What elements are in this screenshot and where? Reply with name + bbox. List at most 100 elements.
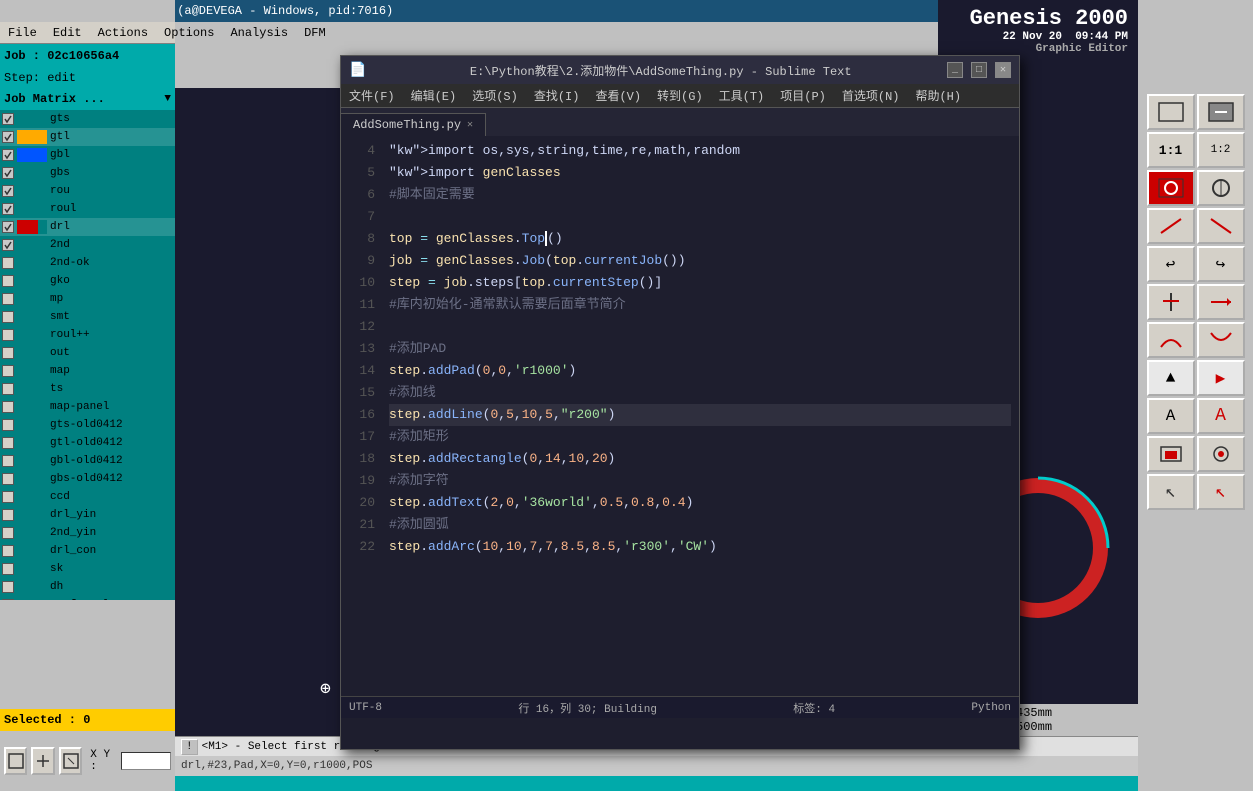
layer-checkbox-ccd[interactable] [2, 491, 14, 503]
layer-checkbox-gts-old0412[interactable] [2, 419, 14, 431]
layer-item-rou[interactable]: rou [0, 182, 175, 200]
rt-btn-17[interactable]: A [1197, 398, 1245, 434]
layer-checkbox-gtl[interactable] [2, 131, 14, 143]
layer-item-gtl-old0412[interactable]: gtl-old0412 [0, 434, 175, 452]
rt-btn-8[interactable]: ↩ [1147, 246, 1195, 282]
tab-close-icon[interactable]: ✕ [467, 119, 473, 131]
layer-item-gko[interactable]: gko [0, 272, 175, 290]
layer-item-map[interactable]: map [0, 362, 175, 380]
layer-list[interactable]: gtsgtlgblgbsrourouldrl2nd2nd-okgkompsmtr… [0, 110, 175, 600]
menu-dfm[interactable]: DFM [296, 24, 334, 42]
menu-actions[interactable]: Actions [90, 24, 156, 42]
layer-checkbox-2nd-ok[interactable] [2, 257, 14, 269]
tool-button-1[interactable] [4, 747, 27, 775]
layer-checkbox-rou[interactable] [2, 185, 14, 197]
layer-checkbox-drl_con[interactable] [2, 545, 14, 557]
rt-btn-red-1[interactable] [1147, 170, 1195, 206]
layer-item-gbs-old0412[interactable]: gbs-old0412 [0, 470, 175, 488]
layer-item-gbl[interactable]: gbl [0, 146, 175, 164]
layer-item-ccd[interactable]: ccd [0, 488, 175, 506]
layer-item-gbs[interactable]: gbs [0, 164, 175, 182]
layer-checkbox-roul[interactable] [2, 203, 14, 215]
sm-find[interactable]: 查找(I) [526, 85, 588, 106]
layer-item-out[interactable]: out [0, 344, 175, 362]
layer-checkbox-map-panel[interactable] [2, 401, 14, 413]
rt-btn-12[interactable] [1147, 322, 1195, 358]
layer-checkbox-gbs-old0412[interactable] [2, 473, 14, 485]
code-content[interactable]: "kw">import os,sys,string,time,re,math,r… [381, 136, 1019, 696]
sublime-maximize[interactable]: □ [971, 62, 987, 78]
xy-input[interactable] [121, 752, 171, 770]
matrix-bar[interactable]: Job Matrix ... ▼ [0, 88, 175, 110]
rt-btn-pointer[interactable]: ↖ [1197, 474, 1245, 510]
sublime-text-window[interactable]: 📄 E:\Python教程\2.添加物件\AddSomeThing.py - S… [340, 55, 1020, 750]
rt-btn-7[interactable] [1197, 208, 1245, 244]
rt-btn-18[interactable] [1147, 436, 1195, 472]
rt-btn-2[interactable] [1197, 94, 1245, 130]
sm-goto[interactable]: 转到(G) [649, 85, 711, 106]
sm-file[interactable]: 文件(F) [341, 85, 403, 106]
layer-checkbox-2nd_yin[interactable] [2, 527, 14, 539]
tab-addsamething[interactable]: AddSomeThing.py ✕ [341, 113, 486, 136]
layer-item-surface_ls[interactable]: surface_ls [0, 596, 175, 600]
layer-checkbox-sk[interactable] [2, 563, 14, 575]
sublime-close[interactable]: ✕ [995, 62, 1011, 78]
rt-btn-9[interactable]: ↪ [1197, 246, 1245, 282]
layer-item-smt[interactable]: smt [0, 308, 175, 326]
layer-checkbox-drl[interactable] [2, 221, 14, 233]
layer-checkbox-gts[interactable] [2, 113, 14, 125]
layer-checkbox-dh[interactable] [2, 581, 14, 593]
layer-checkbox-gbs[interactable] [2, 167, 14, 179]
sm-prefs[interactable]: 首选项(N) [834, 85, 908, 106]
layer-item-drl[interactable]: drl [0, 218, 175, 236]
layer-item-roul[interactable]: roul [0, 200, 175, 218]
rt-btn-14[interactable]: ▲ [1147, 360, 1195, 396]
tool-button-2[interactable] [31, 747, 54, 775]
sm-tools[interactable]: 工具(T) [711, 85, 773, 106]
menu-analysis[interactable]: Analysis [222, 24, 296, 42]
layer-item-2nd[interactable]: 2nd [0, 236, 175, 254]
rt-btn-4[interactable]: 1:2 [1197, 132, 1245, 168]
layer-item-2nd_yin[interactable]: 2nd_yin [0, 524, 175, 542]
sm-help[interactable]: 帮助(H) [907, 85, 969, 106]
layer-item-sk[interactable]: sk [0, 560, 175, 578]
layer-item-gts-old0412[interactable]: gts-old0412 [0, 416, 175, 434]
layer-checkbox-map[interactable] [2, 365, 14, 377]
menu-edit[interactable]: Edit [45, 24, 90, 42]
layer-checkbox-gtl-old0412[interactable] [2, 437, 14, 449]
layer-item-dh[interactable]: dh [0, 578, 175, 596]
sm-edit[interactable]: 编辑(E) [403, 85, 465, 106]
rt-btn-10[interactable] [1147, 284, 1195, 320]
layer-item-gbl-old0412[interactable]: gbl-old0412 [0, 452, 175, 470]
rt-btn-1[interactable] [1147, 94, 1195, 130]
rt-btn-15[interactable]: ▶ [1197, 360, 1245, 396]
rt-btn-19[interactable] [1197, 436, 1245, 472]
sm-options[interactable]: 选项(S) [464, 85, 526, 106]
menu-options[interactable]: Options [156, 24, 222, 42]
layer-checkbox-drl_yin[interactable] [2, 509, 14, 521]
layer-item-drl_con[interactable]: drl_con [0, 542, 175, 560]
rt-btn-6[interactable] [1147, 208, 1195, 244]
sm-view[interactable]: 查看(V) [587, 85, 649, 106]
layer-item-map-panel[interactable]: map-panel [0, 398, 175, 416]
layer-checkbox-gbl[interactable] [2, 149, 14, 161]
rt-btn-5[interactable] [1197, 170, 1245, 206]
layer-checkbox-gbl-old0412[interactable] [2, 455, 14, 467]
layer-checkbox-smt[interactable] [2, 311, 14, 323]
layer-checkbox-mp[interactable] [2, 293, 14, 305]
rt-btn-13[interactable] [1197, 322, 1245, 358]
tool-button-3[interactable] [59, 747, 82, 775]
layer-checkbox-roul++[interactable] [2, 329, 14, 341]
layer-checkbox-2nd[interactable] [2, 239, 14, 251]
layer-item-ts[interactable]: ts [0, 380, 175, 398]
sm-project[interactable]: 项目(P) [772, 85, 834, 106]
rt-btn-3[interactable]: 1:1 [1147, 132, 1195, 168]
layer-item-roul++[interactable]: roul++ [0, 326, 175, 344]
layer-checkbox-gko[interactable] [2, 275, 14, 287]
layer-item-2nd-ok[interactable]: 2nd-ok [0, 254, 175, 272]
layer-item-drl_yin[interactable]: drl_yin [0, 506, 175, 524]
code-area[interactable]: 45678910111213141516171819202122 "kw">im… [341, 136, 1019, 696]
rt-btn-11[interactable] [1197, 284, 1245, 320]
menu-file[interactable]: File [0, 24, 45, 42]
layer-item-gts[interactable]: gts [0, 110, 175, 128]
